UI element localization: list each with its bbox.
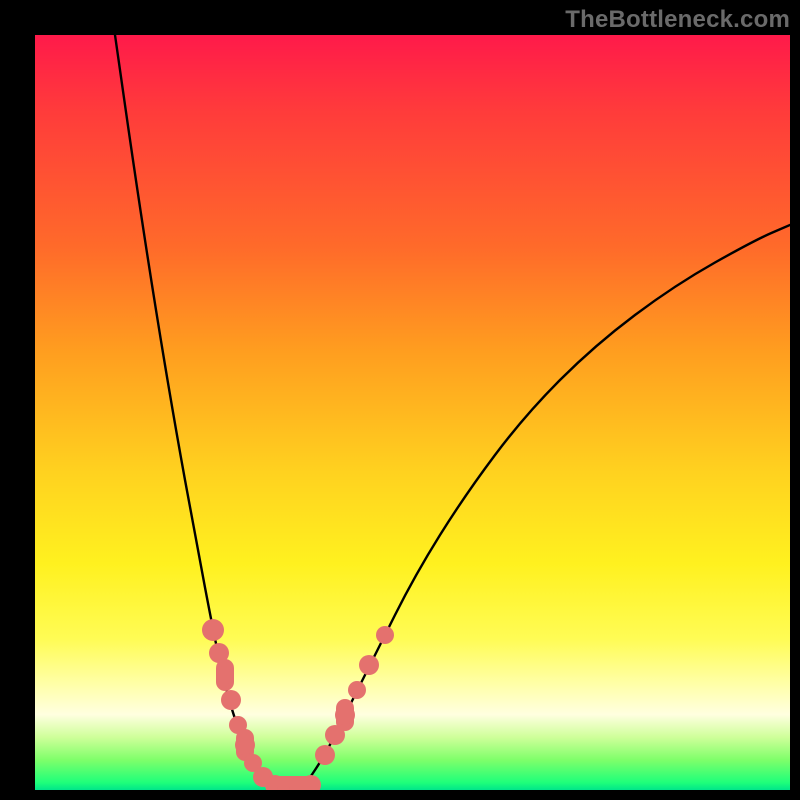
chart-frame: TheBottleneck.com xyxy=(0,0,800,800)
watermark-text: TheBottleneck.com xyxy=(565,6,790,34)
plot-area xyxy=(35,35,790,790)
curve-markers xyxy=(202,619,394,790)
bottleneck-curve xyxy=(35,35,790,790)
